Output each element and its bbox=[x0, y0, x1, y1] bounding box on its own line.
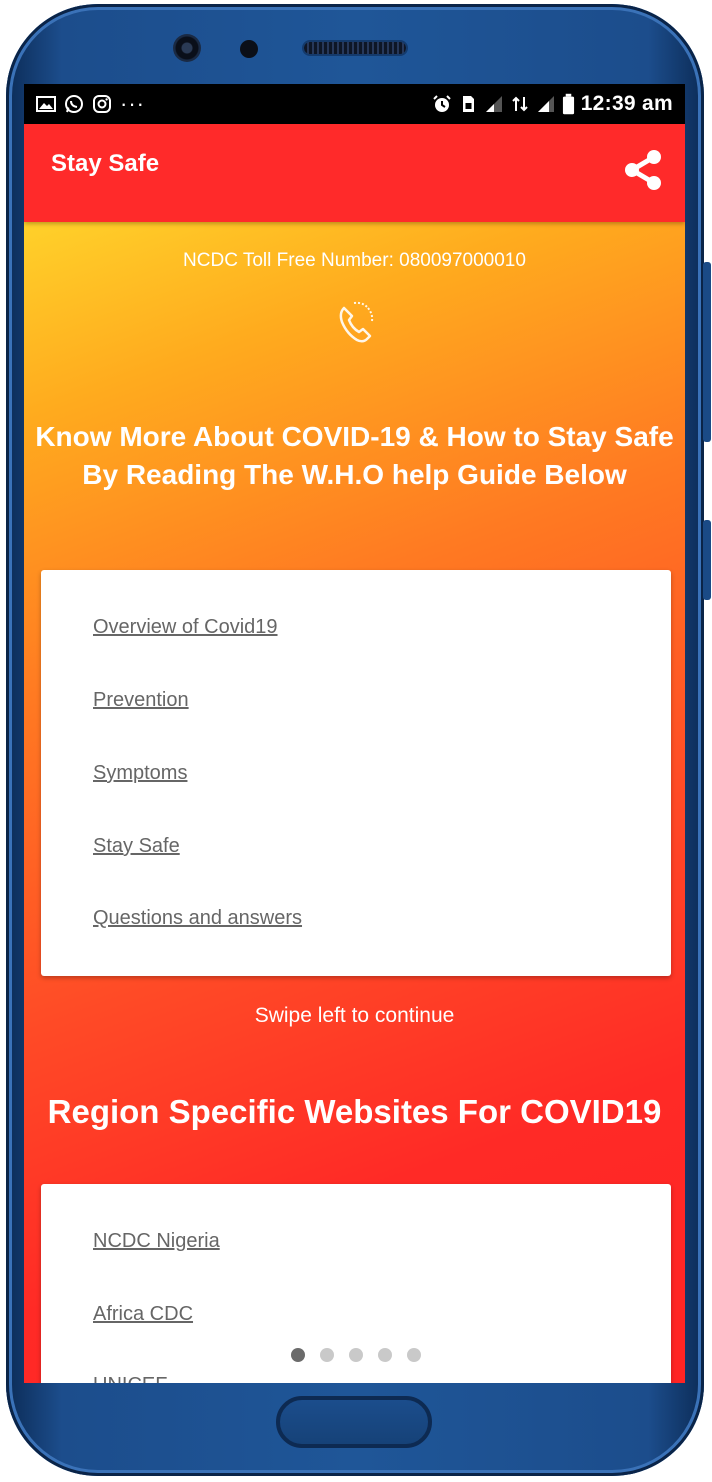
link-questions[interactable]: Questions and answers bbox=[93, 907, 302, 930]
status-bar: ··· 12:39 am bbox=[24, 84, 685, 124]
whatsapp-icon bbox=[65, 95, 83, 113]
content-area[interactable]: NCDC Toll Free Number: 080097000010 Know… bbox=[24, 222, 685, 1383]
sim-card-icon bbox=[462, 96, 474, 112]
app-bar: Stay Safe bbox=[24, 124, 685, 222]
signal-icon bbox=[485, 96, 502, 112]
page-dot[interactable] bbox=[320, 1348, 334, 1362]
page-dot[interactable] bbox=[291, 1348, 305, 1362]
alarm-icon bbox=[432, 95, 451, 112]
tollfree-number[interactable]: NCDC Toll Free Number: 080097000010 bbox=[24, 250, 685, 272]
link-africa-cdc[interactable]: Africa CDC bbox=[93, 1303, 193, 1326]
guide-heading-line1: Know More About COVID-19 & How to Stay S… bbox=[35, 421, 674, 452]
link-stay-safe[interactable]: Stay Safe bbox=[93, 835, 180, 858]
home-button[interactable] bbox=[276, 1396, 432, 1448]
battery-icon bbox=[562, 93, 574, 115]
guide-links-card: Overview of Covid19 Prevention Symptoms … bbox=[41, 570, 671, 976]
earpiece-speaker bbox=[304, 42, 406, 54]
link-ncdc-nigeria[interactable]: NCDC Nigeria bbox=[93, 1230, 220, 1253]
page-dot[interactable] bbox=[349, 1348, 363, 1362]
data-arrows-icon bbox=[511, 96, 528, 112]
power-button bbox=[703, 520, 711, 600]
app-title: Stay Safe bbox=[51, 150, 160, 177]
link-symptoms[interactable]: Symptoms bbox=[93, 762, 187, 785]
page-dot[interactable] bbox=[378, 1348, 392, 1362]
link-unicef[interactable]: UNICEF bbox=[93, 1374, 167, 1383]
page-dot[interactable] bbox=[407, 1348, 421, 1362]
guide-heading-line2: By Reading The W.H.O help Guide Below bbox=[82, 459, 627, 490]
guide-heading: Know More About COVID-19 & How to Stay S… bbox=[24, 418, 685, 494]
proximity-sensor bbox=[240, 40, 258, 58]
share-icon[interactable] bbox=[619, 146, 667, 194]
regions-heading: Region Specific Websites For COVID19 bbox=[47, 1093, 662, 1130]
image-icon bbox=[36, 96, 56, 112]
swipe-hint: Swipe left to continue bbox=[254, 1004, 455, 1027]
page-indicator bbox=[291, 1348, 421, 1362]
more-dots-icon: ··· bbox=[120, 91, 145, 116]
front-camera bbox=[173, 34, 201, 62]
system-status: 12:39 am bbox=[432, 92, 685, 116]
volume-button bbox=[703, 262, 711, 442]
link-overview[interactable]: Overview of Covid19 bbox=[93, 616, 278, 639]
status-time: 12:39 am bbox=[580, 92, 673, 115]
notification-icons: ··· bbox=[24, 91, 145, 117]
phone-call-icon[interactable] bbox=[330, 294, 380, 346]
link-prevention[interactable]: Prevention bbox=[93, 689, 189, 712]
screen: ··· 12:39 am Stay Safe NCDC Toll Free Nu… bbox=[24, 84, 685, 1383]
instagram-icon bbox=[93, 95, 111, 113]
signal-icon-2 bbox=[537, 96, 554, 112]
